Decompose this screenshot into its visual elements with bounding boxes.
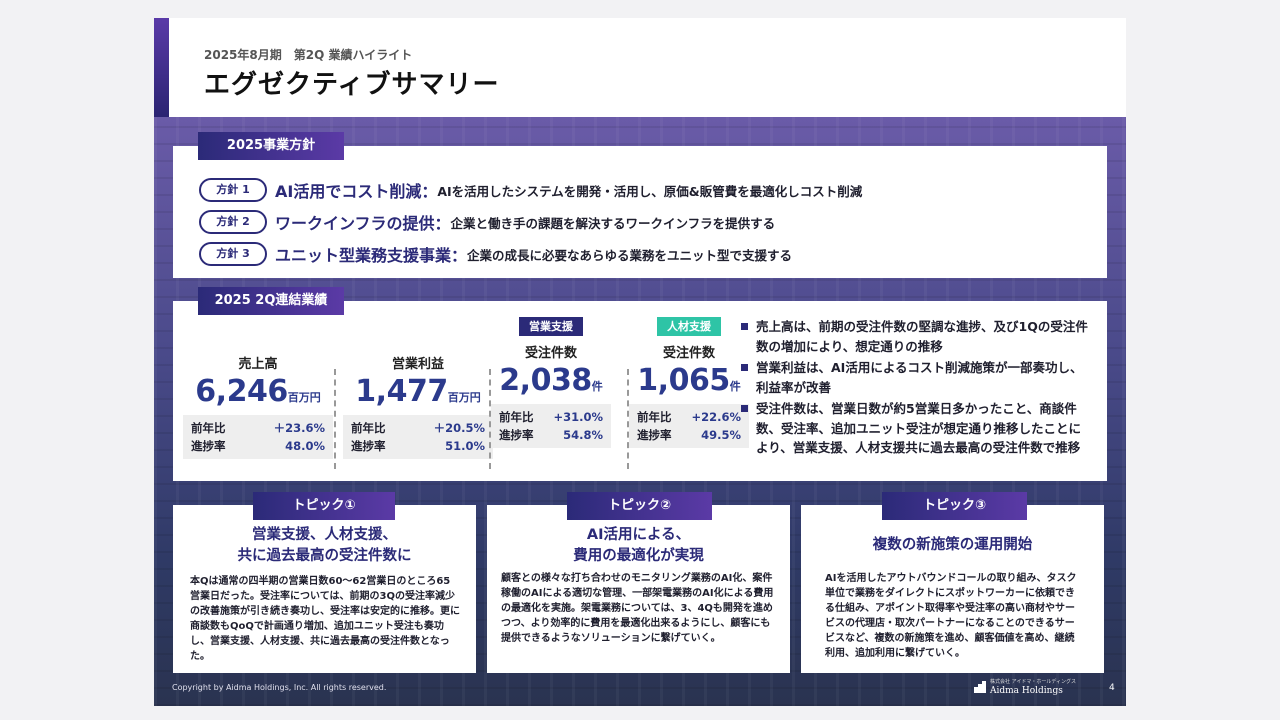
topic-heading: 複数の新施策の運用開始	[801, 535, 1104, 556]
kpi-hr-support-orders: 人材支援 受注件数 1,065件 前年比 +22.6% 進捗率 49.5%	[629, 301, 749, 448]
policy-row-1: 方針 1 AI活用でコスト削減： AIを活用したシステムを開発・活用し、原価&販…	[199, 178, 863, 202]
yoy-label: 前年比	[499, 410, 534, 424]
results-panel: 売上高 6,246百万円 前年比 ＋23.6% 進捗率 48.0% 営業利益 1,4…	[173, 301, 1107, 481]
kpi-sales-support-orders: 営業支援 受注件数 2,038件 前年比 +31.0% 進捗率 54.8%	[491, 301, 611, 448]
policy-head-3: ユニット型業務支援事業：	[275, 246, 468, 265]
kpi-value: 1,477	[355, 374, 448, 409]
topic-panel-1: 営業支援、人材支援、 共に過去最高の受注件数に 本Qは通常の四半期の営業日数60…	[173, 505, 476, 673]
progress-value: 49.5%	[701, 428, 741, 442]
topic-body: 本Qは通常の四半期の営業日数60～62営業日のところ65営業日だった。受注率につ…	[190, 576, 460, 662]
yoy-value: ＋23.6%	[273, 421, 325, 435]
page-subtitle: 2025年8月期 第2Q 業績ハイライト	[204, 48, 413, 62]
kpi-badge-sales-support: 営業支援	[519, 317, 583, 336]
copyright-text: Copyright by Aidma Holdings, Inc. All ri…	[172, 683, 387, 692]
topic-tab-3: トピック③	[882, 492, 1027, 520]
kpi-stats-box: 前年比 ＋20.5% 進捗率 51.0%	[343, 415, 493, 459]
progress-label: 進捗率	[637, 428, 672, 442]
page-title: エグゼクティブサマリー	[204, 70, 500, 100]
topic-heading: 営業支援、人材支援、 共に過去最高の受注件数に	[173, 525, 476, 567]
progress-value: 54.8%	[563, 428, 603, 442]
yoy-value: +31.0%	[553, 410, 603, 424]
topic-heading-line: AI活用による、	[586, 527, 691, 543]
kpi-label: 営業利益	[391, 357, 444, 372]
topic-body: AIを活用したアウトバウンドコールの取り組み、タスク単位で業務をダイレクトにスポ…	[825, 573, 1077, 659]
progress-label: 進捗率	[351, 439, 386, 453]
policy-desc-1: AIを活用したシステムを開発・活用し、原価&販管費を最適化しコスト削減	[437, 183, 863, 199]
bullet-square-icon	[741, 364, 748, 371]
bullet-item: 売上高は、前期の受注件数の堅調な進捗、及び1Qの受注件数の増加により、想定通りの…	[741, 317, 1091, 356]
slide: 2025年8月期 第2Q 業績ハイライト エグゼクティブサマリー 方針 1 AI…	[154, 18, 1126, 706]
topic-heading-line: 費用の最適化が実現	[573, 548, 704, 564]
topic-heading-line: 共に過去最高の受注件数に	[237, 548, 412, 564]
policy-tab: 2025事業方針	[198, 132, 344, 160]
logo-text: 株式会社 アイドマ・ホールディングス Aidma Holdings	[990, 678, 1076, 696]
yoy-label: 前年比	[191, 421, 226, 435]
progress-label: 進捗率	[499, 428, 534, 442]
kpi-unit: 百万円	[287, 391, 321, 404]
kpi-value: 6,246	[195, 374, 288, 409]
progress-value: 48.0%	[285, 439, 325, 453]
page-number: 4	[1109, 683, 1115, 693]
bullet-square-icon	[741, 323, 748, 330]
bullet-square-icon	[741, 405, 748, 412]
kpi-value: 1,065	[637, 363, 730, 398]
policy-desc-3: 企業の成長に必要なあらゆる業務をユニット型で支援する	[467, 247, 793, 263]
kpi-stats-box: 前年比 +22.6% 進捗率 49.5%	[629, 404, 749, 448]
kpi-stats-box: 前年比 +31.0% 進捗率 54.8%	[491, 404, 611, 448]
bullet-item: 営業利益は、AI活用によるコスト削減施策が一部奏功し、利益率が改善	[741, 358, 1091, 397]
kpi-unit: 件	[591, 380, 603, 393]
kpi-unit: 百万円	[447, 391, 481, 404]
kpi-label: 受注件数	[524, 346, 577, 361]
yoy-value: +22.6%	[691, 410, 741, 424]
progress-value: 51.0%	[445, 439, 485, 453]
header-accent-bar	[154, 18, 169, 117]
kpi-sales: 売上高 6,246百万円 前年比 ＋23.6% 進捗率 48.0%	[183, 301, 333, 459]
progress-label: 進捗率	[191, 439, 226, 453]
kpi-stats-box: 前年比 ＋23.6% 進捗率 48.0%	[183, 415, 333, 459]
bullet-item: 受注件数は、営業日数が約5営業日多かったこと、商談件数、受注率、追加ユニット受注…	[741, 399, 1091, 458]
company-logo: 株式会社 アイドマ・ホールディングス Aidma Holdings	[974, 678, 1076, 696]
topic-panel-2: AI活用による、 費用の最適化が実現 顧客との様々な打ち合わせのモニタリング業務…	[487, 505, 790, 673]
topic-heading-line: 営業支援、人材支援、	[252, 527, 397, 543]
yoy-value: ＋20.5%	[433, 421, 485, 435]
kpi-value: 2,038	[499, 363, 592, 398]
aidma-logo-icon	[974, 681, 986, 693]
policy-pill-1: 方針 1	[199, 178, 267, 202]
kpi-unit: 件	[729, 380, 741, 393]
slide-header: 2025年8月期 第2Q 業績ハイライト エグゼクティブサマリー	[154, 18, 1126, 117]
topic-heading: AI活用による、 費用の最適化が実現	[487, 525, 790, 567]
topic-panel-3: 複数の新施策の運用開始 AIを活用したアウトバウンドコールの取り組み、タスク単位…	[801, 505, 1104, 673]
policy-panel: 方針 1 AI活用でコスト削減： AIを活用したシステムを開発・活用し、原価&販…	[173, 146, 1107, 278]
policy-pill-2: 方針 2	[199, 210, 267, 234]
kpi-label: 売上高	[238, 357, 278, 372]
policy-desc-2: 企業と働き手の課題を解決するワークインフラを提供する	[450, 215, 776, 231]
bullet-text: 受注件数は、営業日数が約5営業日多かったこと、商談件数、受注率、追加ユニット受注…	[756, 401, 1082, 455]
results-tab: 2025 2Q連結業績	[198, 287, 344, 315]
kpi-divider	[334, 369, 336, 469]
policy-head-2: ワークインフラの提供：	[275, 214, 451, 233]
results-commentary: 売上高は、前期の受注件数の堅調な進捗、及び1Qの受注件数の増加により、想定通りの…	[741, 317, 1091, 460]
kpi-operating-profit: 営業利益 1,477百万円 前年比 ＋20.5% 進捗率 51.0%	[343, 301, 493, 459]
topic-heading-line: 複数の新施策の運用開始	[872, 537, 1033, 553]
topic-tab-2: トピック②	[567, 492, 712, 520]
bullet-text: 営業利益は、AI活用によるコスト削減施策が一部奏功し、利益率が改善	[756, 360, 1083, 395]
kpi-label: 受注件数	[662, 346, 715, 361]
policy-pill-3: 方針 3	[199, 242, 267, 266]
topic-tab-1: トピック①	[253, 492, 395, 520]
policy-head-1: AI活用でコスト削減：	[275, 182, 438, 201]
policy-row-3: 方針 3 ユニット型業務支援事業： 企業の成長に必要なあらゆる業務をユニット型で…	[199, 242, 793, 266]
logo-company-name: Aidma Holdings	[990, 686, 1063, 696]
bullet-text: 売上高は、前期の受注件数の堅調な進捗、及び1Qの受注件数の増加により、想定通りの…	[756, 319, 1088, 354]
policy-row-2: 方針 2 ワークインフラの提供： 企業と働き手の課題を解決するワークインフラを提…	[199, 210, 776, 234]
yoy-label: 前年比	[351, 421, 386, 435]
topic-body: 顧客との様々な打ち合わせのモニタリング業務のAI化、案件稼働のAIによる適切な管…	[501, 573, 774, 644]
yoy-label: 前年比	[637, 410, 672, 424]
kpi-badge-hr-support: 人材支援	[657, 317, 721, 336]
